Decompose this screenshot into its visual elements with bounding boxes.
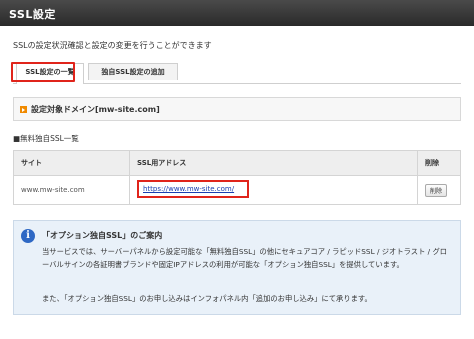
col-header-delete: 削除 xyxy=(417,150,461,176)
info-paragraph-1: 当サービスでは、サーバーパネルから設定可能な「無料独自SSL」の他にセキュアコア… xyxy=(42,247,448,269)
delete-button[interactable]: 削除 xyxy=(425,183,448,197)
info-icon: i xyxy=(21,229,35,243)
page-header: SSL設定 xyxy=(0,0,474,26)
info-box: i 「オプション独自SSL」のご案内 当サービスでは、サーバーパネルから設定可能… xyxy=(13,220,461,315)
domain-label: 設定対象ドメイン[mw-site.com] xyxy=(31,105,160,114)
domain-bar: 設定対象ドメイン[mw-site.com] xyxy=(13,97,461,121)
table-row: www.mw-site.com https://www.mw-site.com/… xyxy=(13,175,461,205)
col-header-ssl-address: SSL用アドレス xyxy=(129,150,418,176)
page-title: SSL設定 xyxy=(9,8,56,21)
delete-cell: 削除 xyxy=(417,175,461,205)
info-paragraph-2: また、「オプション独自SSL」のお申し込みはインフォパネル内「追加のお申し込み」… xyxy=(42,294,372,303)
info-title: 「オプション独自SSL」のご案内 xyxy=(42,231,163,240)
page-description: SSLの設定状況確認と設定の変更を行うことができます xyxy=(13,41,212,50)
table-header-row: サイト SSL用アドレス 削除 xyxy=(13,150,461,176)
ssl-address-cell: https://www.mw-site.com/ xyxy=(129,175,418,205)
ssl-address-link[interactable]: https://www.mw-site.com/ xyxy=(137,180,249,198)
tab-highlight-box xyxy=(11,62,75,82)
col-header-site: サイト xyxy=(13,150,130,176)
tab-bar: SSL設定の一覧 独自SSL設定の追加 xyxy=(13,63,461,84)
tab-add-ssl[interactable]: 独自SSL設定の追加 xyxy=(88,63,178,80)
ssl-table: サイト SSL用アドレス 削除 www.mw-site.com https://… xyxy=(13,150,461,205)
arrow-right-icon xyxy=(20,106,27,113)
site-name: www.mw-site.com xyxy=(21,186,85,194)
site-cell: www.mw-site.com xyxy=(13,175,130,205)
section-label: ■無料独自SSL一覧 xyxy=(13,134,79,143)
